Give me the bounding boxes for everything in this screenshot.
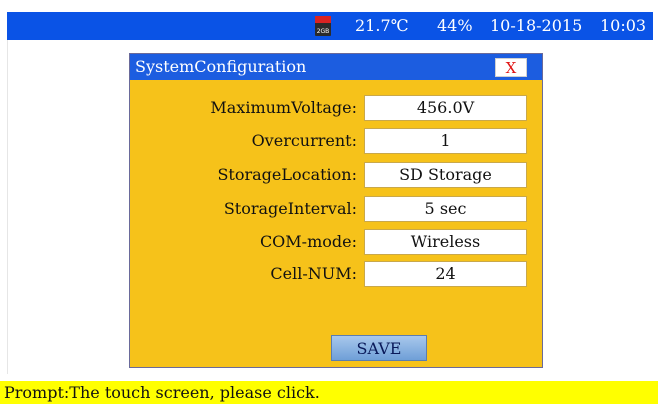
date-readout: 10-18-2015 xyxy=(490,16,583,35)
left-divider xyxy=(7,40,8,374)
sd-card-icon: 2GB xyxy=(315,16,331,36)
maximum-voltage-field[interactable]: 456.0V xyxy=(364,95,527,121)
overcurrent-field[interactable]: 1 xyxy=(364,128,527,154)
com-mode-label: COM-mode: xyxy=(259,232,357,251)
overcurrent-label: Overcurrent: xyxy=(251,131,357,150)
maximum-voltage-label: MaximumVoltage: xyxy=(210,98,357,117)
close-button[interactable]: X xyxy=(495,58,527,77)
com-mode-field[interactable]: Wireless xyxy=(364,229,527,255)
humidity-readout: 44% xyxy=(437,16,473,35)
cell-num-label: Cell-NUM: xyxy=(270,264,357,283)
save-button[interactable]: SAVE xyxy=(331,335,427,361)
storage-interval-field[interactable]: 5 sec xyxy=(364,196,527,222)
system-configuration-dialog: SystemConfiguration X MaximumVoltage: 45… xyxy=(129,53,543,368)
dialog-title: SystemConfiguration xyxy=(135,57,307,76)
storage-location-field[interactable]: SD Storage xyxy=(364,162,527,188)
dialog-titlebar: SystemConfiguration X xyxy=(130,54,542,80)
status-bar: 2GB 21.7℃ 44% 10-18-2015 10:03 xyxy=(7,12,653,40)
storage-location-label: StorageLocation: xyxy=(217,165,357,184)
prompt-bar: Prompt:The touch screen, please click. xyxy=(0,381,658,404)
storage-interval-label: StorageInterval: xyxy=(223,199,357,218)
time-readout: 10:03 xyxy=(600,16,647,35)
temperature-readout: 21.7℃ xyxy=(355,16,409,35)
cell-num-field[interactable]: 24 xyxy=(364,261,527,287)
